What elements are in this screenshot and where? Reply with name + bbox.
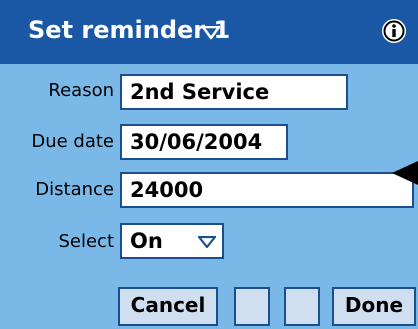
select-value: On [130,229,163,253]
select-label: Select [58,231,114,252]
select-dropdown[interactable]: On [120,223,224,259]
info-icon[interactable] [381,18,407,44]
empty-button-2[interactable] [284,287,320,326]
due-date-label: Due date [31,131,114,152]
cancel-button[interactable]: Cancel [118,287,218,326]
title-bar: Set reminder 1 [0,0,418,64]
reason-label: Reason [48,80,114,101]
done-button[interactable]: Done [332,287,416,326]
reason-field[interactable]: 2nd Service [120,74,348,110]
dialog-title[interactable]: Set reminder 1 [28,12,230,48]
chevron-down-icon [198,236,216,248]
due-date-field[interactable]: 30/06/2004 [120,124,288,160]
reminder-screen: Set reminder 1 Reason 2nd Service Due da… [0,0,418,329]
pointer-arrow-icon [392,161,418,185]
distance-field[interactable]: 24000 [120,172,414,208]
title-menu-down-triangle-icon[interactable] [202,26,220,40]
distance-label: Distance [35,179,114,200]
empty-button-1[interactable] [234,287,270,326]
